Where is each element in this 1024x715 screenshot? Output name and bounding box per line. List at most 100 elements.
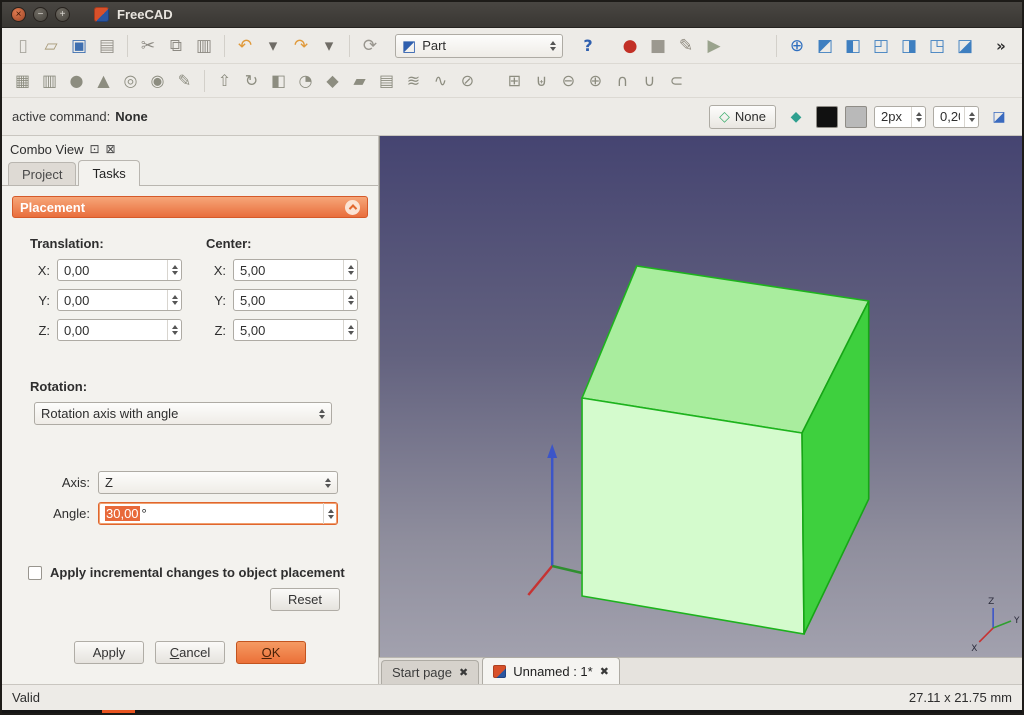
cut-boolean-icon[interactable]: ⊖	[556, 69, 581, 93]
workbench-selector[interactable]: ◩ Part	[395, 34, 563, 58]
title-bar[interactable]: × − + FreeCAD	[2, 2, 1022, 28]
boolean-icon[interactable]: ⊎	[529, 69, 554, 93]
cancel-button[interactable]: Cancel	[155, 641, 225, 664]
ruled-surface-icon[interactable]: ▤	[374, 69, 399, 93]
close-panel-icon[interactable]: ⊠	[106, 142, 116, 156]
shape-builder-icon[interactable]: ✎	[172, 69, 197, 93]
reset-button[interactable]: Reset	[270, 588, 340, 611]
tab-start-page[interactable]: Start page ✖	[381, 660, 479, 684]
top-view-icon[interactable]: ◰	[868, 33, 894, 59]
undo-menu-icon[interactable]: ▾	[260, 33, 286, 59]
apply-button[interactable]: Apply	[74, 641, 144, 664]
macro-edit-icon[interactable]: ✎	[673, 33, 699, 59]
bottom-view-icon[interactable]: ◪	[952, 33, 978, 59]
fit-all-icon[interactable]: ⊕	[784, 33, 810, 59]
save-icon[interactable]: ▣	[66, 33, 92, 59]
rotation-mode-select[interactable]: Rotation axis with angle	[34, 402, 332, 425]
spinner-buttons-icon[interactable]	[167, 320, 178, 340]
part-torus-icon[interactable]: ◎	[118, 69, 143, 93]
window-maximize-button[interactable]: +	[55, 7, 70, 22]
tab-project[interactable]: Project	[8, 162, 76, 185]
macro-play-icon[interactable]: ▶	[701, 33, 727, 59]
whats-this-icon[interactable]: ?	[575, 33, 601, 59]
placement-section-header[interactable]: Placement	[12, 196, 368, 218]
sweep-icon[interactable]: ∿	[428, 69, 453, 93]
spinner-buttons-icon[interactable]	[911, 107, 922, 127]
refresh-icon[interactable]: ⟳	[357, 33, 383, 59]
redo-icon[interactable]: ↷	[288, 33, 314, 59]
incremental-checkbox[interactable]	[28, 566, 42, 580]
tab-tasks[interactable]: Tasks	[78, 160, 139, 186]
open-folder-icon[interactable]: ▱	[38, 33, 64, 59]
right-view-icon[interactable]: ◨	[896, 33, 922, 59]
rear-view-icon[interactable]: ◳	[924, 33, 950, 59]
revolve-icon[interactable]: ↻	[239, 69, 264, 93]
spinner-buttons-icon[interactable]	[343, 320, 354, 340]
window-title: FreeCAD	[117, 7, 173, 22]
macro-record-icon[interactable]: ●	[617, 33, 643, 59]
toolbar-overflow-icon[interactable]: »	[988, 33, 1014, 59]
center-z-input[interactable]: 5,00	[233, 319, 358, 341]
toolbar-part-tools: ▦▥●▲◎◉✎ ⇧↻◧◔◆▰▤≋∿⊘ ⊞⊎⊖⊕∩∪⊂	[2, 64, 1022, 98]
center-x-input[interactable]: 5,00	[233, 259, 358, 281]
compound-icon[interactable]: ⊞	[502, 69, 527, 93]
union-icon[interactable]: ⊕	[583, 69, 608, 93]
line-color-swatch[interactable]	[816, 106, 838, 128]
spinner-buttons-icon[interactable]	[964, 107, 975, 127]
view-options-icon[interactable]: ◪	[986, 104, 1012, 130]
collapse-section-icon[interactable]	[345, 200, 360, 215]
spinner-buttons-icon[interactable]	[343, 260, 354, 280]
spinner-buttons-icon[interactable]	[323, 503, 334, 524]
copy-icon[interactable]: ⧉	[163, 33, 189, 59]
embed-icon[interactable]: ⊂	[664, 69, 689, 93]
front-view-icon[interactable]: ◧	[840, 33, 866, 59]
mirror-icon[interactable]: ◧	[266, 69, 291, 93]
spinner-buttons-icon[interactable]	[167, 260, 178, 280]
part-box-icon[interactable]: ▦	[10, 69, 35, 93]
tasks-panel: Placement Translation: X: 0,00	[2, 186, 378, 684]
close-tab-icon[interactable]: ✖	[459, 666, 468, 679]
chamfer-icon[interactable]: ◆	[320, 69, 345, 93]
ok-button[interactable]: OK	[236, 641, 306, 664]
x-label: X:	[30, 263, 50, 278]
redo-menu-icon[interactable]: ▾	[316, 33, 342, 59]
intersection-icon[interactable]: ∩	[610, 69, 635, 93]
part-cylinder-icon[interactable]: ▥	[37, 69, 62, 93]
cube-front-face[interactable]	[582, 398, 804, 634]
part-primitives-icon[interactable]: ◉	[145, 69, 170, 93]
loft-icon[interactable]: ≋	[401, 69, 426, 93]
draw-style-button[interactable]: ◇ None	[709, 105, 776, 129]
macro-stop-icon[interactable]: ■	[645, 33, 671, 59]
angle-input[interactable]: 30,00°	[98, 502, 338, 525]
translation-z-input[interactable]: 0,00	[57, 319, 182, 341]
undo-icon[interactable]: ↶	[232, 33, 258, 59]
selection-view-icon[interactable]: ◆	[783, 104, 809, 130]
spinner-buttons-icon[interactable]	[167, 290, 178, 310]
line-width-input[interactable]: 2px	[874, 106, 926, 128]
translation-x-input[interactable]: 0,00	[57, 259, 182, 281]
make-face-icon[interactable]: ▰	[347, 69, 372, 93]
connect-icon[interactable]: ∪	[637, 69, 662, 93]
new-document-icon[interactable]: ▯	[10, 33, 36, 59]
float-panel-icon[interactable]: ⊡	[89, 142, 99, 156]
window-close-button[interactable]: ×	[11, 7, 26, 22]
paste-icon[interactable]: ▥	[191, 33, 217, 59]
close-tab-icon[interactable]: ✖	[600, 665, 609, 678]
axis-select[interactable]: Z	[98, 471, 338, 494]
axonometric-view-icon[interactable]: ◩	[812, 33, 838, 59]
cut-icon[interactable]: ✂	[135, 33, 161, 59]
part-cone-icon[interactable]: ▲	[91, 69, 116, 93]
spinner-buttons-icon[interactable]	[343, 290, 354, 310]
point-size-input[interactable]: 0,20	[933, 106, 979, 128]
part-sphere-icon[interactable]: ●	[64, 69, 89, 93]
fillet-icon[interactable]: ◔	[293, 69, 318, 93]
center-y-input[interactable]: 5,00	[233, 289, 358, 311]
translation-y-input[interactable]: 0,00	[57, 289, 182, 311]
extrude-icon[interactable]: ⇧	[212, 69, 237, 93]
window-minimize-button[interactable]: −	[33, 7, 48, 22]
section-icon[interactable]: ⊘	[455, 69, 480, 93]
print-icon[interactable]: ▤	[94, 33, 120, 59]
tab-unnamed-document[interactable]: Unnamed : 1* ✖	[482, 657, 620, 684]
face-color-swatch[interactable]	[845, 106, 867, 128]
3d-viewport[interactable]: Z Y X	[379, 136, 1022, 657]
